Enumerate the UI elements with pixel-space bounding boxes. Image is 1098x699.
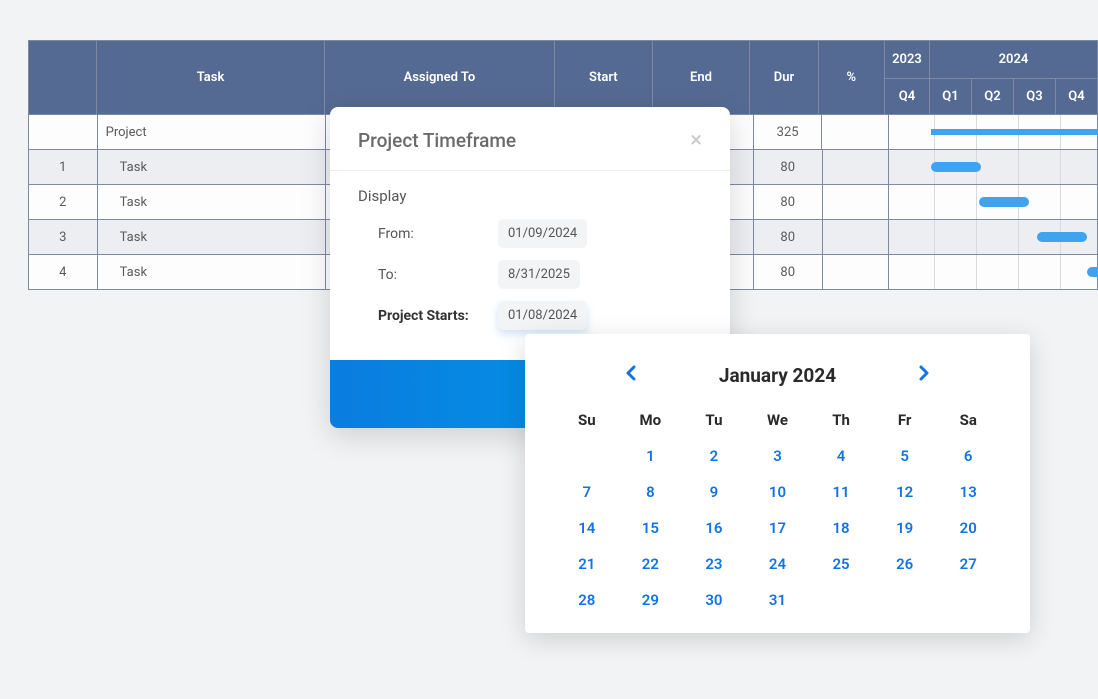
project-starts-input[interactable]: 01/08/2024 — [498, 301, 587, 330]
row-pct — [823, 220, 890, 255]
row-dur: 80 — [754, 255, 823, 290]
col-task-header: Task — [97, 41, 324, 115]
calendar-day[interactable]: 20 — [936, 519, 1000, 537]
calendar-day[interactable]: 18 — [809, 519, 873, 537]
calendar-day[interactable]: 17 — [746, 519, 810, 537]
row-pct — [823, 255, 890, 290]
row-pct — [822, 115, 889, 150]
timeline-cell — [889, 220, 1098, 255]
timeline-cell — [889, 150, 1098, 185]
calendar-day[interactable]: 24 — [746, 555, 810, 573]
gantt-bar[interactable] — [931, 162, 981, 172]
row-dur: 325 — [754, 115, 823, 150]
year-2024-header: 2024 — [930, 41, 1098, 79]
row-dur: 80 — [754, 185, 823, 220]
calendar-day[interactable]: 13 — [936, 483, 1000, 501]
dow-label: Tu — [682, 411, 746, 429]
calendar-day[interactable]: 19 — [873, 519, 937, 537]
calendar-blank — [555, 447, 619, 465]
gantt-bar[interactable] — [979, 197, 1029, 207]
calendar-day[interactable]: 2 — [682, 447, 746, 465]
calendar-day[interactable]: 11 — [809, 483, 873, 501]
q4b-header: Q4 — [1056, 79, 1098, 115]
gantt-bar[interactable] — [1037, 232, 1087, 242]
datepicker-month-title[interactable]: January 2024 — [719, 364, 836, 387]
timeline-cell — [889, 185, 1098, 220]
row-number: 4 — [29, 255, 98, 290]
calendar-day[interactable]: 15 — [619, 519, 683, 537]
row-task: Project — [98, 115, 327, 150]
col-number-header — [29, 41, 97, 115]
q4a-header: Q4 — [885, 79, 930, 115]
dow-label: Su — [555, 411, 619, 429]
calendar-day[interactable]: 4 — [809, 447, 873, 465]
dow-label: Fr — [873, 411, 937, 429]
calendar-day[interactable]: 6 — [936, 447, 1000, 465]
calendar-day[interactable]: 7 — [555, 483, 619, 501]
calendar-day[interactable]: 3 — [746, 447, 810, 465]
datepicker: January 2024 SuMoTuWeThFrSa1234567891011… — [525, 334, 1030, 633]
row-pct — [823, 150, 890, 185]
row-task: Task — [98, 220, 327, 255]
row-number: 2 — [29, 185, 98, 220]
to-label: To: — [378, 267, 498, 283]
row-number: 1 — [29, 150, 98, 185]
calendar-day[interactable]: 10 — [746, 483, 810, 501]
from-label: From: — [378, 226, 498, 242]
col-assigned-header: Assigned To — [325, 41, 555, 115]
calendar-day[interactable]: 21 — [555, 555, 619, 573]
calendar-day[interactable]: 8 — [619, 483, 683, 501]
calendar-day[interactable]: 27 — [936, 555, 1000, 573]
from-date-input[interactable]: 01/09/2024 — [498, 219, 587, 248]
dow-label: We — [746, 411, 810, 429]
dow-label: Sa — [936, 411, 1000, 429]
row-pct — [823, 185, 890, 220]
row-task: Task — [98, 185, 327, 220]
calendar-day[interactable]: 5 — [873, 447, 937, 465]
calendar-day[interactable]: 22 — [619, 555, 683, 573]
calendar-day[interactable]: 1 — [619, 447, 683, 465]
to-date-input[interactable]: 8/31/2025 — [498, 260, 580, 289]
calendar-day[interactable]: 25 — [809, 555, 873, 573]
timeline-cell — [889, 255, 1098, 290]
col-end-header: End — [653, 41, 751, 115]
row-dur: 80 — [754, 220, 823, 255]
col-start-header: Start — [555, 41, 653, 115]
year-2023-header: 2023 — [885, 41, 930, 79]
gantt-bar[interactable] — [1087, 267, 1098, 277]
calendar-day[interactable]: 12 — [873, 483, 937, 501]
calendar-day[interactable]: 26 — [873, 555, 937, 573]
calendar-day[interactable]: 29 — [619, 591, 683, 609]
col-pct-header: % — [819, 41, 885, 115]
q3-header: Q3 — [1014, 79, 1056, 115]
row-number: 3 — [29, 220, 98, 255]
q1-header: Q1 — [930, 79, 972, 115]
project-starts-label: Project Starts: — [378, 308, 498, 324]
prev-month-icon[interactable] — [625, 365, 637, 386]
col-dur-header: Dur — [750, 41, 818, 115]
q2-header: Q2 — [972, 79, 1014, 115]
next-month-icon[interactable] — [918, 365, 930, 386]
row-task: Task — [98, 255, 327, 290]
dow-label: Th — [809, 411, 873, 429]
close-icon[interactable]: × — [690, 130, 702, 152]
row-dur: 80 — [754, 150, 823, 185]
timeline-cell — [889, 115, 1098, 150]
calendar-day[interactable]: 31 — [746, 591, 810, 609]
dow-label: Mo — [619, 411, 683, 429]
row-number — [29, 115, 98, 150]
calendar-day[interactable]: 16 — [682, 519, 746, 537]
calendar-day[interactable]: 28 — [555, 591, 619, 609]
gantt-bar[interactable] — [931, 129, 1098, 135]
calendar-day[interactable]: 14 — [555, 519, 619, 537]
display-section-label: Display — [358, 187, 702, 205]
calendar-day[interactable]: 23 — [682, 555, 746, 573]
calendar-day[interactable]: 30 — [682, 591, 746, 609]
modal-title: Project Timeframe — [358, 129, 516, 152]
row-task: Task — [98, 150, 327, 185]
calendar-day[interactable]: 9 — [682, 483, 746, 501]
